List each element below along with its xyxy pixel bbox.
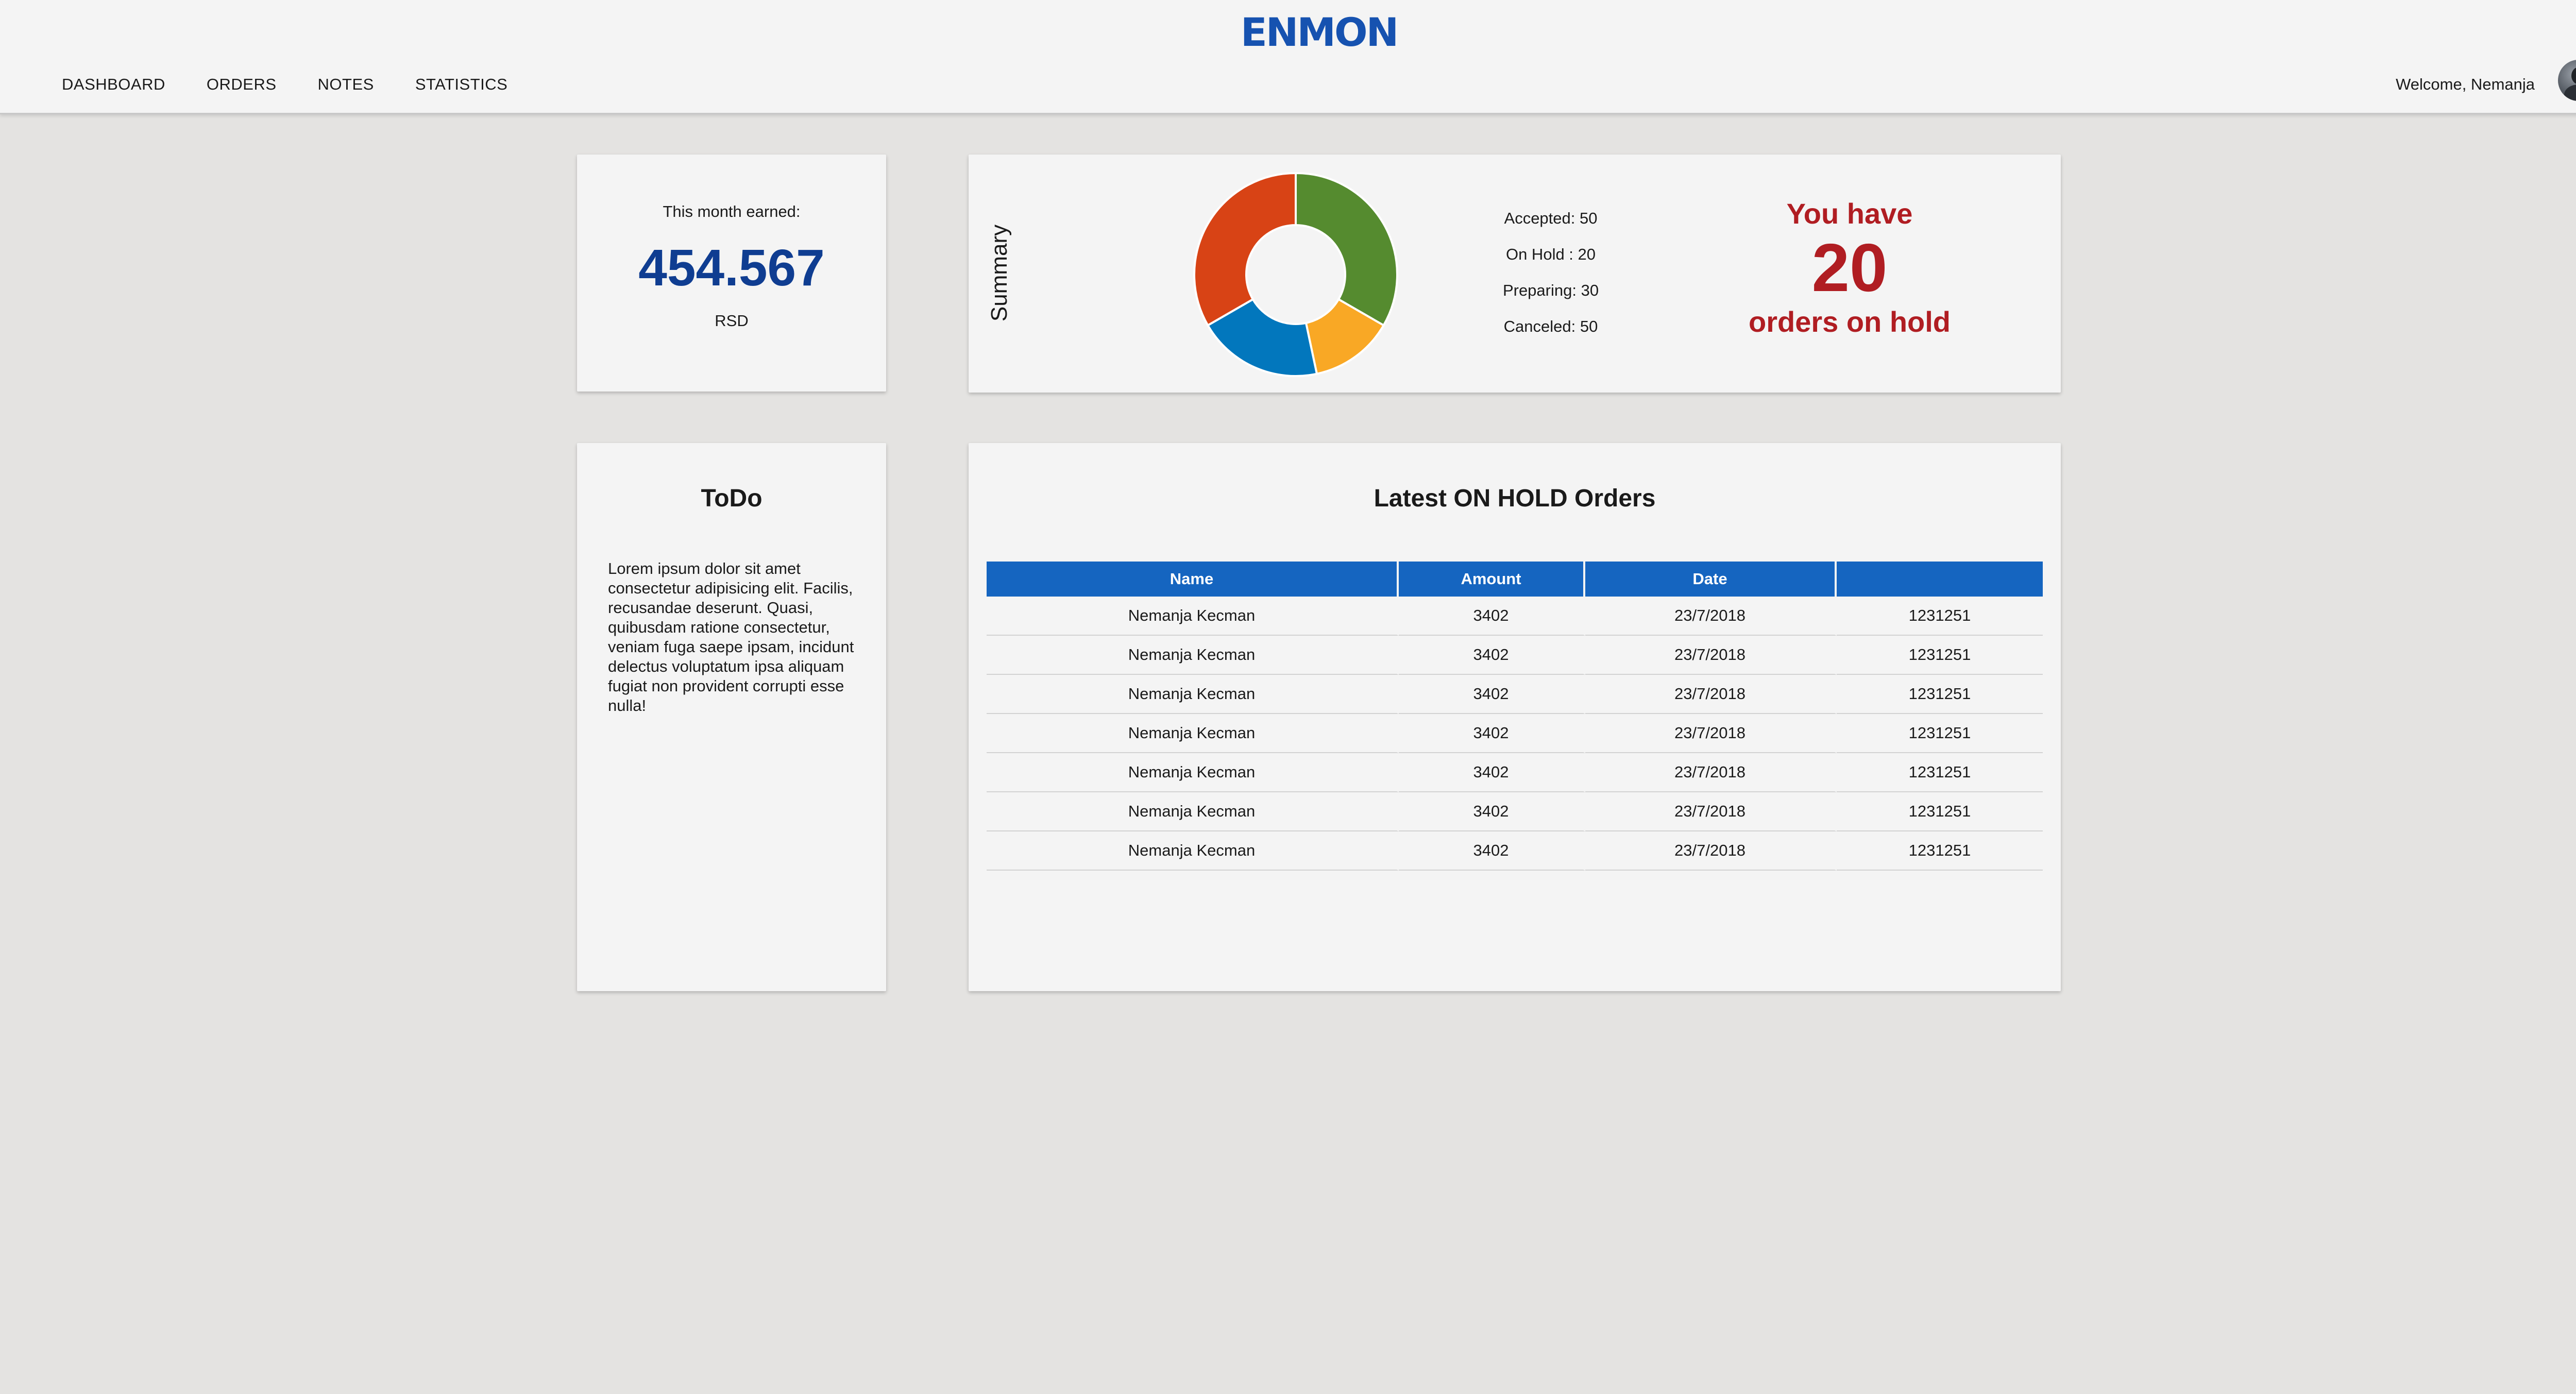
summary-title: Summary bbox=[987, 224, 1012, 322]
order-name: Nemanja Kecman bbox=[987, 714, 1399, 753]
table-row[interactable]: Nemanja Kecman 3402 23/7/2018 1231251 bbox=[987, 714, 2043, 753]
order-amount: 3402 bbox=[1399, 753, 1585, 792]
main-nav: DASHBOARD ORDERS NOTES STATISTICS bbox=[62, 75, 507, 94]
order-id: 1231251 bbox=[1837, 831, 2043, 871]
order-id: 1231251 bbox=[1837, 792, 2043, 831]
nav-item-dashboard[interactable]: DASHBOARD bbox=[62, 75, 165, 94]
on-hold-callout: You have 20 orders on hold bbox=[1721, 196, 1978, 340]
earned-currency: RSD bbox=[715, 312, 749, 330]
donut-slice-canceled[interactable] bbox=[1193, 172, 1297, 327]
orders-title: Latest ON HOLD Orders bbox=[1374, 485, 1656, 512]
table-row[interactable]: Nemanja Kecman 3402 23/7/2018 1231251 bbox=[987, 831, 2043, 871]
order-amount: 3402 bbox=[1399, 636, 1585, 675]
order-id: 1231251 bbox=[1837, 597, 2043, 636]
on-hold-suffix: orders on hold bbox=[1749, 305, 1951, 338]
welcome-text: Welcome, Nemanja bbox=[2396, 75, 2535, 93]
order-name: Nemanja Kecman bbox=[987, 636, 1399, 675]
earned-label: This month earned: bbox=[663, 202, 801, 220]
table-row[interactable]: Nemanja Kecman 3402 23/7/2018 1231251 bbox=[987, 792, 2043, 831]
todo-text: Lorem ipsum dolor sit amet consectetur a… bbox=[608, 559, 854, 715]
orders-header-row: Name Amount Date bbox=[987, 562, 2043, 597]
order-date: 23/7/2018 bbox=[1585, 597, 1837, 636]
user-avatar-icon[interactable] bbox=[2558, 60, 2576, 101]
legend-on-hold: On Hold : 20 bbox=[1505, 245, 1596, 263]
order-name: Nemanja Kecman bbox=[987, 792, 1399, 831]
column-header-extra[interactable] bbox=[1837, 562, 2043, 597]
order-date: 23/7/2018 bbox=[1585, 714, 1837, 753]
legend-canceled: Canceled: 50 bbox=[1503, 317, 1598, 335]
order-date: 23/7/2018 bbox=[1585, 636, 1837, 675]
order-name: Nemanja Kecman bbox=[987, 675, 1399, 714]
nav-item-notes[interactable]: NOTES bbox=[318, 75, 374, 94]
order-amount: 3402 bbox=[1399, 831, 1585, 871]
column-header-name[interactable]: Name bbox=[987, 562, 1399, 597]
order-id: 1231251 bbox=[1837, 675, 2043, 714]
order-date: 23/7/2018 bbox=[1585, 675, 1837, 714]
order-date: 23/7/2018 bbox=[1585, 831, 1837, 871]
order-date: 23/7/2018 bbox=[1585, 792, 1837, 831]
donut-slice-accepted[interactable] bbox=[1295, 172, 1398, 327]
todo-title: ToDo bbox=[701, 485, 762, 512]
nav-item-statistics[interactable]: STATISTICS bbox=[415, 75, 508, 94]
order-amount: 3402 bbox=[1399, 597, 1585, 636]
order-id: 1231251 bbox=[1837, 714, 2043, 753]
earned-value: 454.567 bbox=[638, 239, 825, 297]
order-name: Nemanja Kecman bbox=[987, 597, 1399, 636]
legend-preparing: Preparing: 30 bbox=[1502, 281, 1599, 299]
order-amount: 3402 bbox=[1399, 714, 1585, 753]
order-name: Nemanja Kecman bbox=[987, 831, 1399, 871]
on-hold-prefix: You have bbox=[1786, 197, 1913, 230]
column-header-date[interactable]: Date bbox=[1585, 562, 1837, 597]
table-row[interactable]: Nemanja Kecman 3402 23/7/2018 1231251 bbox=[987, 636, 2043, 675]
table-row[interactable]: Nemanja Kecman 3402 23/7/2018 1231251 bbox=[987, 675, 2043, 714]
order-id: 1231251 bbox=[1837, 636, 2043, 675]
top-bar: ENMON DASHBOARD ORDERS NOTES STATISTICS … bbox=[0, 0, 2576, 114]
legend-accepted: Accepted: 50 bbox=[1504, 209, 1598, 227]
nav-item-orders[interactable]: ORDERS bbox=[207, 75, 277, 94]
column-header-amount[interactable]: Amount bbox=[1399, 562, 1585, 597]
table-row[interactable]: Nemanja Kecman 3402 23/7/2018 1231251 bbox=[987, 753, 2043, 792]
summary-donut-chart bbox=[1193, 172, 1398, 377]
order-amount: 3402 bbox=[1399, 792, 1585, 831]
order-date: 23/7/2018 bbox=[1585, 753, 1837, 792]
orders-table: Name Amount Date Nemanja Kecman 3402 23/7/… bbox=[987, 562, 2043, 871]
table-row[interactable]: Nemanja Kecman 3402 23/7/2018 1231251 bbox=[987, 597, 2043, 636]
summary-legend: Accepted: 50 On Hold : 20 Preparing: 30 … bbox=[1473, 206, 1628, 350]
order-id: 1231251 bbox=[1837, 753, 2043, 792]
order-amount: 3402 bbox=[1399, 675, 1585, 714]
on-hold-count: 20 bbox=[1811, 230, 1888, 305]
earned-card: This month earned: 454.567 RSD bbox=[577, 155, 886, 392]
todo-card bbox=[577, 443, 886, 991]
order-name: Nemanja Kecman bbox=[987, 753, 1399, 792]
app-logo[interactable]: ENMON bbox=[0, 9, 2576, 56]
